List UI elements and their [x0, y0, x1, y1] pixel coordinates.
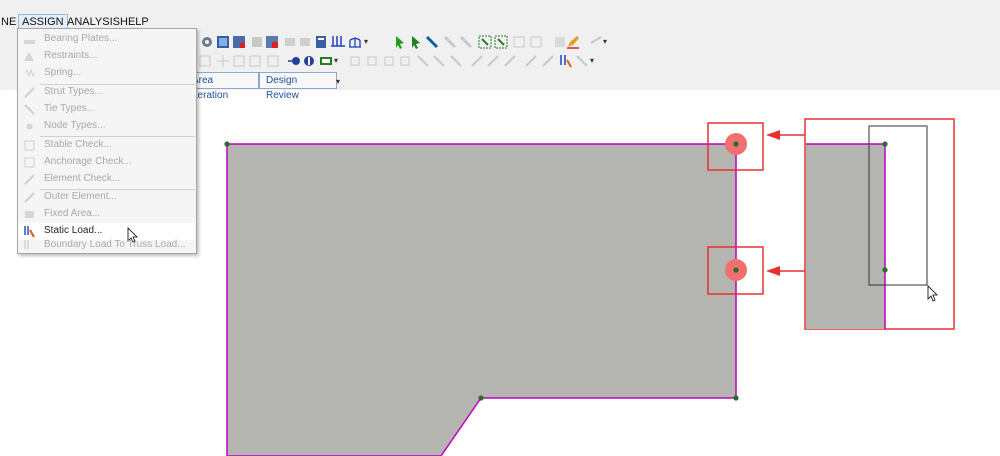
chevron-down-icon[interactable]: ▾	[364, 37, 368, 46]
disabled-tool-icon	[555, 37, 565, 47]
grid-tool-icon[interactable]	[216, 35, 230, 49]
menu-item-node-types[interactable]: Node Types...	[19, 118, 195, 135]
chevron-down-icon[interactable]: ▾	[590, 56, 594, 65]
truss-tool-icon[interactable]	[348, 35, 362, 49]
disabled-tool-icon	[443, 35, 457, 49]
assign-dropdown-menu: Bearing Plates... Restraints... Spring..…	[17, 28, 197, 254]
menu-item-stable-check[interactable]: Stable Check...	[19, 137, 195, 154]
disabled-tool-icon	[400, 56, 410, 66]
stable-check-icon	[24, 140, 35, 151]
node-point[interactable]	[478, 395, 484, 401]
table-tool-icon[interactable]	[265, 35, 279, 49]
settings-icon[interactable]	[200, 35, 214, 49]
select-element-icon[interactable]	[425, 35, 439, 49]
selected-node[interactable]	[733, 267, 739, 273]
disabled-tool-icon	[217, 55, 229, 67]
chevron-down-icon[interactable]: ▾	[603, 37, 607, 46]
disabled-tool-icon	[487, 55, 499, 67]
window-tool-icon[interactable]	[232, 35, 246, 49]
bearing-plate-icon	[24, 40, 35, 44]
load-arrows-icon[interactable]	[331, 35, 345, 49]
menu-item-outer-element[interactable]: Outer Element...	[19, 189, 195, 206]
menu-item-spring[interactable]: Spring...	[19, 65, 195, 82]
tie-type-icon	[24, 104, 35, 115]
disabled-tool-icon	[417, 55, 429, 67]
disabled-tool-icon	[459, 35, 473, 49]
box-select-icon[interactable]	[494, 35, 508, 49]
report-tool-icon[interactable]	[314, 35, 328, 49]
boundary-load-icon	[24, 240, 29, 249]
menu-item-boundary-load-to-truss-load[interactable]: Boundary Load To Truss Load...	[19, 237, 195, 254]
menu-item-element-check[interactable]: Element Check...	[19, 171, 195, 188]
spring-icon	[24, 68, 36, 78]
static-load-icon[interactable]	[558, 54, 572, 68]
menu-item-tie-types[interactable]: Tie Types...	[19, 101, 195, 118]
disabled-tool-icon	[471, 55, 483, 67]
tab-design-review[interactable]: Design Review	[259, 72, 337, 101]
disabled-tool-icon	[350, 56, 360, 66]
value-display-icon[interactable]	[319, 54, 333, 68]
disabled-tool-icon	[285, 38, 295, 46]
disabled-tool-icon	[513, 36, 525, 48]
disabled-tool-icon	[367, 56, 377, 66]
disabled-tool-icon	[576, 55, 588, 67]
node-point[interactable]	[882, 141, 888, 147]
menu-item-restraints[interactable]: Restraints...	[19, 48, 195, 65]
anchorage-check-icon	[24, 157, 35, 168]
node-type-icon	[26, 123, 33, 130]
select-arrow-icon[interactable]	[393, 35, 407, 49]
strut-type-icon	[24, 87, 35, 98]
element-check-icon	[24, 174, 35, 185]
menu-item-anchorage-check[interactable]: Anchorage Check...	[19, 154, 195, 171]
arrowhead-icon	[766, 130, 780, 140]
menu-item-bearing-plates[interactable]: Bearing Plates...	[19, 31, 195, 48]
node-number-icon[interactable]	[287, 54, 301, 68]
disabled-tool-icon	[590, 36, 602, 44]
menu-bar: NE ASSIGN ANALYSIS HELP	[0, 0, 1000, 30]
pencil-icon[interactable]	[566, 35, 580, 49]
arrowhead-icon	[766, 266, 780, 276]
select-node-icon[interactable]	[409, 35, 423, 49]
element-number-icon[interactable]	[302, 54, 316, 68]
menu-item-fixed-area[interactable]: Fixed Area...	[19, 206, 195, 223]
disabled-tool-icon	[249, 55, 261, 67]
disabled-tool-icon	[267, 55, 279, 67]
disabled-tool-icon	[504, 55, 516, 67]
disabled-tool-icon	[433, 55, 445, 67]
disabled-tool-icon	[525, 55, 537, 67]
node-point[interactable]	[733, 395, 739, 401]
selected-node[interactable]	[733, 141, 739, 147]
disabled-tool-icon	[384, 56, 394, 66]
menu-item-strut-types[interactable]: Strut Types...	[19, 84, 195, 101]
disabled-tool-icon	[542, 55, 554, 67]
box-select-icon[interactable]	[478, 35, 492, 49]
disabled-tool-icon	[530, 36, 542, 48]
disabled-tool-icon	[450, 55, 462, 67]
truss-model-region[interactable]	[226, 143, 737, 456]
disabled-tool-icon	[300, 38, 310, 46]
outer-element-icon	[24, 192, 35, 203]
zoom-inset-region	[806, 144, 885, 329]
node-point[interactable]	[882, 267, 888, 273]
disabled-tool-icon	[233, 55, 245, 67]
chevron-down-icon[interactable]: ▾	[334, 56, 338, 65]
fixed-area-icon	[25, 211, 34, 218]
node-point[interactable]	[224, 141, 230, 147]
tabs-overflow-chevron-icon[interactable]: ▾	[336, 77, 340, 86]
restraint-icon	[24, 52, 34, 61]
disabled-tool-icon	[252, 37, 262, 47]
disabled-tool-icon	[199, 55, 211, 67]
